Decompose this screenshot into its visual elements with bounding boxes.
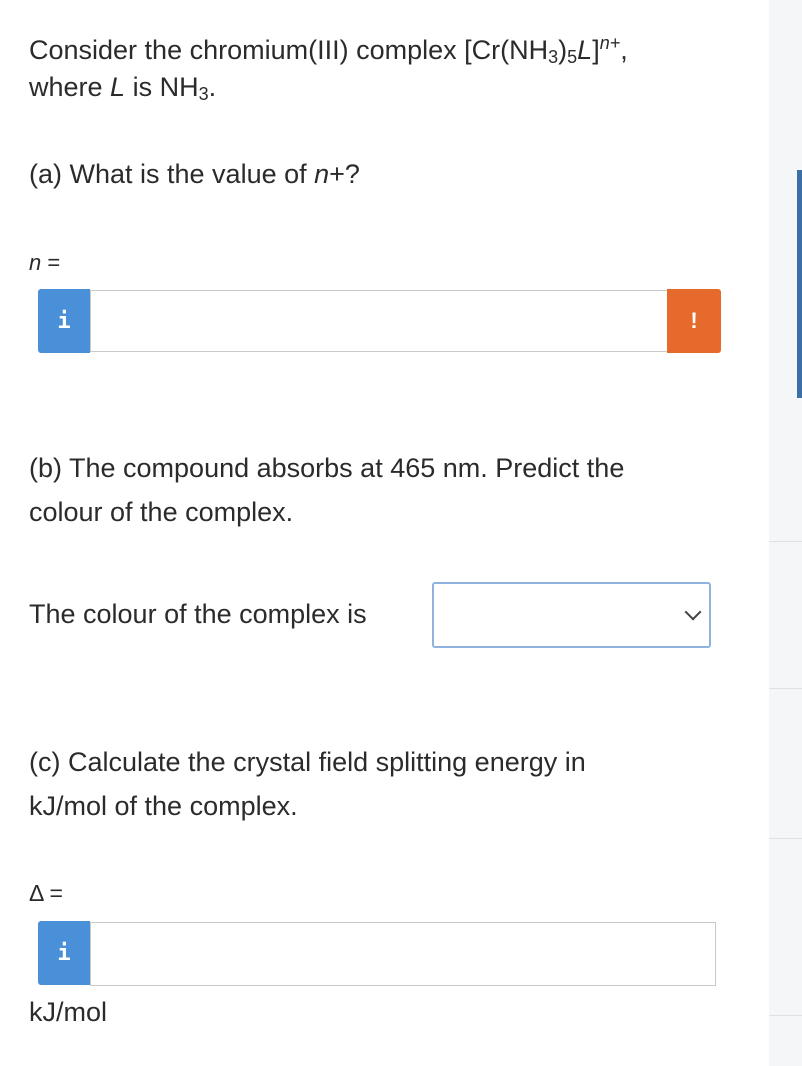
subscript: 3: [198, 84, 209, 104]
info-icon-button[interactable]: i: [38, 921, 90, 985]
part-c-question-line-1: (c) Calculate the crystal field splittin…: [29, 747, 586, 777]
question-text: +?: [329, 159, 360, 189]
exclamation-icon: !: [690, 308, 698, 333]
part-b-question-line-2: colour of the complex.: [29, 497, 294, 527]
intro-line-2: where L is NH3.: [29, 66, 216, 116]
question-content: Consider the chromium(III) complex [Cr(N…: [29, 0, 769, 1066]
part-c-question-line-2: kJ/mol of the complex.: [29, 791, 298, 821]
info-icon-button[interactable]: i: [38, 289, 90, 353]
scroll-indicator: [797, 170, 802, 398]
part-a-question: (a) What is the value of n+?: [29, 153, 360, 196]
variable-n: n: [314, 159, 330, 189]
intro-text: ,: [620, 35, 628, 65]
n-label: n =: [29, 250, 60, 276]
info-icon: i: [57, 308, 71, 334]
question-text: (a) What is the value of: [29, 159, 315, 189]
part-b-question-line-1: (b) The compound absorbs at 465 nm. Pred…: [29, 453, 625, 483]
variable-n: n: [29, 250, 42, 275]
intro-text: is NH: [125, 72, 199, 102]
colour-prompt: The colour of the complex is: [29, 599, 367, 629]
charge-superscript: n+: [599, 33, 621, 53]
chevron-down-icon: [684, 603, 702, 621]
equals-sign: =: [41, 250, 61, 275]
gutter-divider: [769, 838, 802, 839]
delta-answer-input[interactable]: [90, 922, 716, 986]
gutter-divider: [769, 1015, 802, 1016]
gutter-divider: [769, 688, 802, 689]
n-answer-input[interactable]: [90, 290, 668, 352]
warning-icon-button[interactable]: !: [667, 289, 721, 353]
intro-text: ): [558, 35, 568, 65]
gutter-divider: [769, 541, 802, 542]
intro-text: .: [208, 72, 217, 102]
ligand-symbol: L: [110, 72, 126, 102]
intro-text: where: [29, 72, 111, 102]
right-gutter: [769, 0, 802, 1066]
colour-select[interactable]: [432, 582, 711, 648]
intro-text: ]: [592, 35, 600, 65]
delta-label: Δ =: [29, 880, 63, 906]
subscript: 3: [548, 47, 559, 67]
info-icon: i: [57, 940, 71, 966]
unit-label: kJ/mol: [29, 997, 108, 1027]
subscript: 5: [567, 47, 578, 67]
ligand-symbol: L: [577, 35, 593, 65]
intro-text: Consider the chromium(III) complex [Cr(N…: [29, 35, 549, 65]
